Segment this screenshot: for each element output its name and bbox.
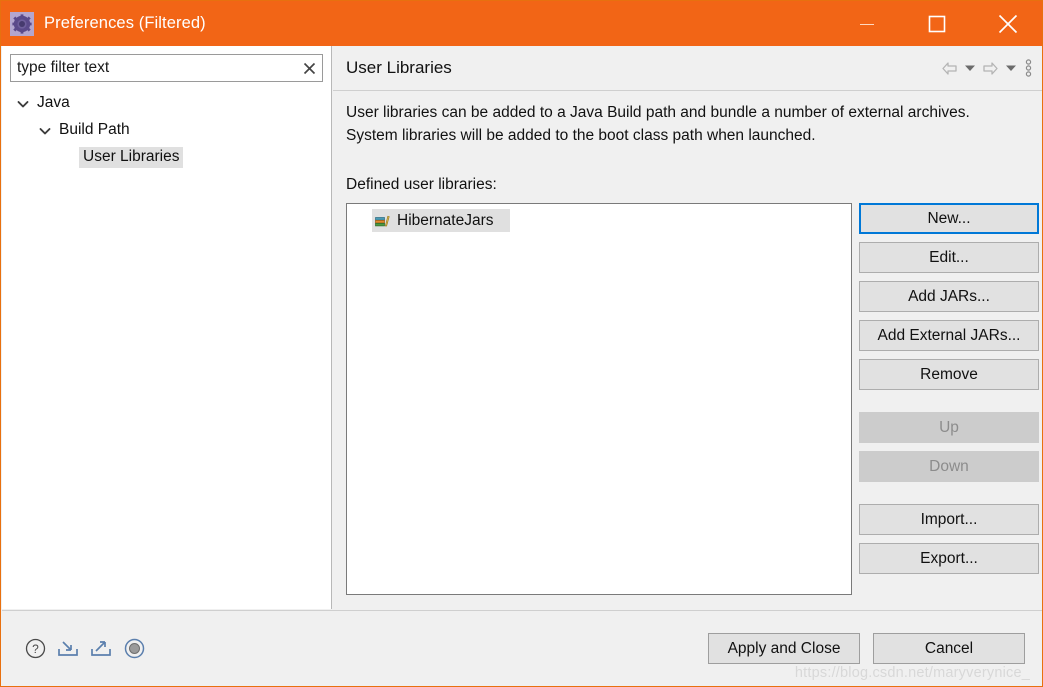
preferences-tree: Java Build Path User Libraries xyxy=(2,90,332,171)
user-libraries-page: User Libraries User libraries can be add… xyxy=(333,46,1042,609)
footer-buttons: Apply and Close Cancel xyxy=(708,633,1025,664)
dialog-footer: ? Apply and Close Cancel https://blog.cs… xyxy=(2,610,1042,686)
filter-input-wrapper[interactable]: type filter text xyxy=(10,54,323,82)
down-button: Down xyxy=(859,451,1039,482)
svg-text:?: ? xyxy=(32,642,39,656)
back-dropdown-caret-icon[interactable] xyxy=(961,53,978,83)
panel-header-tools xyxy=(939,46,1035,90)
window-title: Preferences (Filtered) xyxy=(44,14,206,32)
button-group-separator xyxy=(859,490,1039,504)
import-preferences-icon[interactable] xyxy=(56,636,80,660)
close-icon[interactable] xyxy=(972,1,1042,46)
apply-and-close-button[interactable]: Apply and Close xyxy=(708,633,860,664)
forward-dropdown-caret-icon[interactable] xyxy=(1002,53,1019,83)
help-icon[interactable]: ? xyxy=(23,636,47,660)
window-controls xyxy=(832,1,1042,46)
sidebar-item-java[interactable]: Java xyxy=(2,90,332,117)
button-group-separator xyxy=(859,398,1039,412)
sidebar-item-user-libraries[interactable]: User Libraries xyxy=(2,144,332,171)
export-button[interactable]: Export... xyxy=(859,543,1039,574)
remove-button[interactable]: Remove xyxy=(859,359,1039,390)
view-menu-icon[interactable] xyxy=(1021,53,1035,83)
maximize-icon[interactable] xyxy=(902,1,972,46)
clear-icon[interactable] xyxy=(296,55,322,81)
library-icon xyxy=(374,212,392,230)
minimize-icon[interactable] xyxy=(832,1,902,46)
chevron-down-icon[interactable] xyxy=(13,90,33,117)
search-input[interactable]: type filter text xyxy=(11,59,296,77)
forward-arrow-icon[interactable] xyxy=(980,53,1000,83)
new-button[interactable]: New... xyxy=(859,203,1039,234)
list-item-label: HibernateJars xyxy=(397,211,494,229)
preferences-tree-panel: type filter text Java Build Path User Li… xyxy=(2,46,332,609)
title-bar: Preferences (Filtered) xyxy=(1,1,1042,46)
cancel-button[interactable]: Cancel xyxy=(873,633,1025,664)
back-arrow-icon[interactable] xyxy=(939,53,959,83)
up-button: Up xyxy=(859,412,1039,443)
defined-libraries-label: Defined user libraries: xyxy=(346,176,497,193)
add-external-jars-button[interactable]: Add External JARs... xyxy=(859,320,1039,351)
page-title: User Libraries xyxy=(346,58,452,77)
panel-header: User Libraries xyxy=(333,46,1042,91)
watermark: https://blog.csdn.net/maryverynice_ xyxy=(794,665,1030,681)
list-item[interactable]: HibernateJars xyxy=(372,209,510,232)
sidebar-item-label: User Libraries xyxy=(79,147,184,168)
restore-defaults-icon[interactable] xyxy=(122,636,146,660)
title-bar-left: Preferences (Filtered) xyxy=(1,11,832,36)
footer-icons: ? xyxy=(23,636,146,660)
library-actions: New... Edit... Add JARs... Add External … xyxy=(859,203,1039,582)
add-jars-button[interactable]: Add JARs... xyxy=(859,281,1039,312)
edit-button[interactable]: Edit... xyxy=(859,242,1039,273)
preferences-dialog: Preferences (Filtered) type filter text … xyxy=(0,0,1043,687)
sidebar-item-label: Java xyxy=(37,94,70,111)
gear-icon xyxy=(10,11,34,36)
import-button[interactable]: Import... xyxy=(859,504,1039,535)
chevron-down-icon[interactable] xyxy=(35,117,55,144)
export-preferences-icon[interactable] xyxy=(89,636,113,660)
sidebar-item-label: Build Path xyxy=(59,121,130,138)
sidebar-item-build-path[interactable]: Build Path xyxy=(2,117,332,144)
user-libraries-list[interactable]: HibernateJars xyxy=(346,203,852,595)
page-description: User libraries can be added to a Java Bu… xyxy=(346,104,970,144)
